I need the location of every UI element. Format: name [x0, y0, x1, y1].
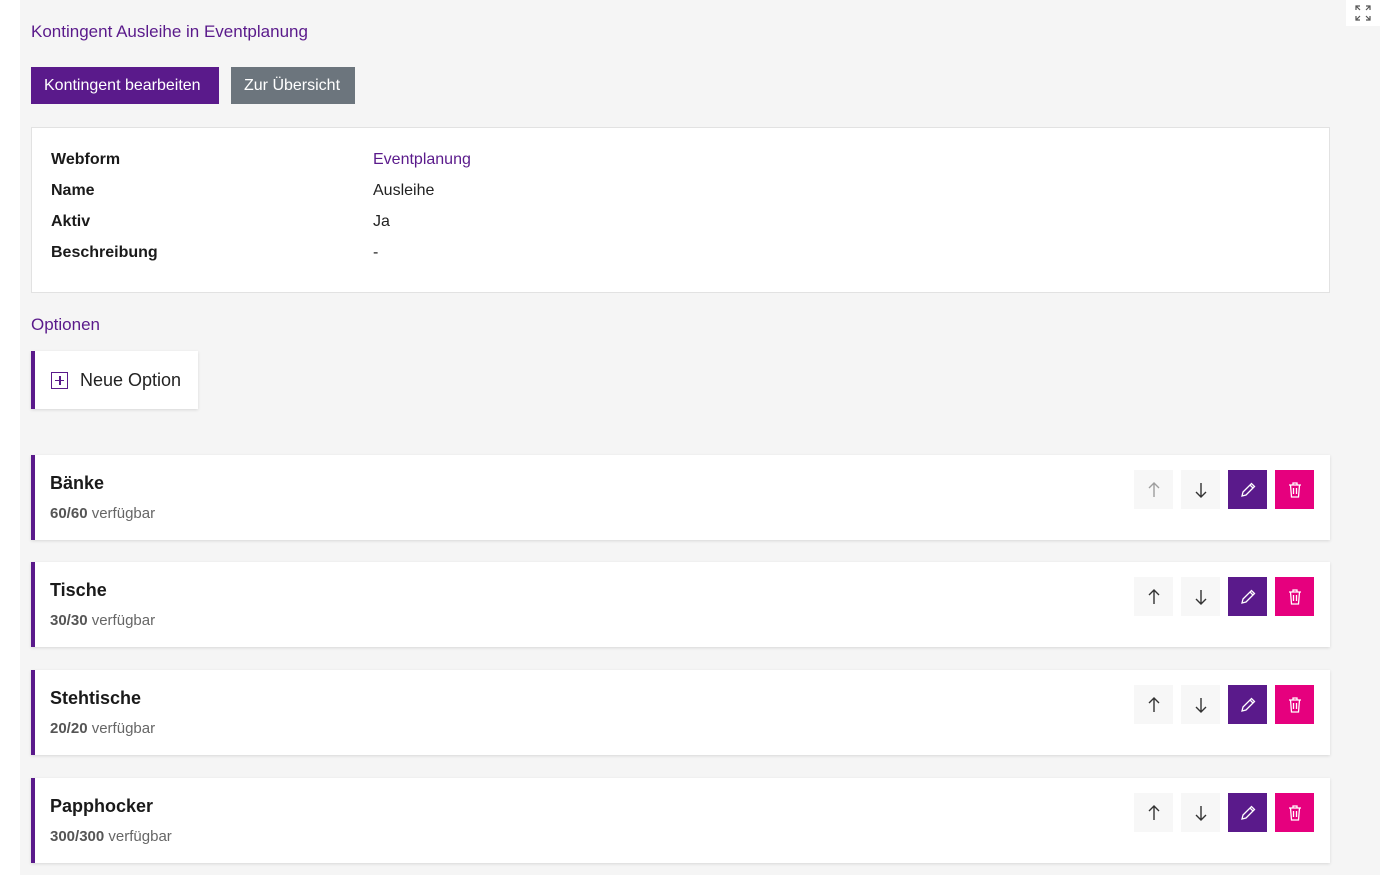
- option-availability: 20/20 verfügbar: [50, 720, 155, 737]
- delete-option-button[interactable]: [1275, 685, 1314, 724]
- new-option-button[interactable]: Neue Option: [31, 351, 198, 409]
- detail-key: Name: [51, 182, 95, 199]
- delete-option-button[interactable]: [1275, 577, 1314, 616]
- trash-icon: [1288, 804, 1301, 821]
- pencil-icon: [1240, 805, 1255, 820]
- move-up-button[interactable]: [1134, 577, 1173, 616]
- details-card: Webform Eventplanung Name Ausleihe Aktiv…: [31, 127, 1330, 293]
- expand-button[interactable]: [1346, 0, 1380, 26]
- option-count: 20/20: [50, 720, 88, 737]
- option-card: Tische 30/30 verfügbar: [31, 562, 1330, 647]
- detail-value: -: [373, 244, 379, 261]
- option-availability: 60/60 verfügbar: [50, 505, 155, 522]
- trash-icon: [1288, 588, 1301, 605]
- edit-contingent-button[interactable]: Kontingent bearbeiten: [31, 67, 219, 104]
- arrow-down-icon: [1195, 482, 1206, 498]
- arrow-up-icon: [1148, 481, 1159, 497]
- trash-icon: [1288, 481, 1301, 498]
- plus-square-icon: [51, 371, 68, 389]
- option-count: 300/300: [50, 828, 105, 845]
- detail-key: Aktiv: [51, 213, 91, 230]
- delete-option-button[interactable]: [1275, 470, 1314, 509]
- option-name: Stehtische: [50, 688, 142, 708]
- option-name: Papphocker: [50, 796, 154, 816]
- option-name: Tische: [50, 580, 107, 600]
- arrow-up-icon: [1148, 804, 1159, 820]
- overview-button[interactable]: Zur Übersicht: [231, 67, 355, 104]
- edit-option-button[interactable]: [1228, 793, 1267, 832]
- pencil-icon: [1240, 589, 1255, 604]
- pencil-icon: [1240, 482, 1255, 497]
- move-down-button[interactable]: [1181, 470, 1220, 509]
- expand-icon: [1355, 5, 1371, 21]
- trash-icon: [1288, 696, 1301, 713]
- option-count: 30/30: [50, 612, 88, 629]
- webform-link[interactable]: Eventplanung: [373, 151, 471, 169]
- arrow-down-icon: [1195, 589, 1206, 605]
- edit-option-button[interactable]: [1228, 577, 1267, 616]
- pencil-icon: [1240, 697, 1255, 712]
- option-card: Stehtische 20/20 verfügbar: [31, 670, 1330, 755]
- edit-option-button[interactable]: [1228, 685, 1267, 724]
- move-down-button[interactable]: [1181, 577, 1220, 616]
- option-name: Bänke: [50, 473, 105, 493]
- arrow-up-icon: [1148, 696, 1159, 712]
- move-down-button[interactable]: [1181, 793, 1220, 832]
- detail-key: Webform: [51, 151, 121, 168]
- arrow-down-icon: [1195, 697, 1206, 713]
- option-availability: 300/300 verfügbar: [50, 828, 172, 845]
- option-card: Bänke 60/60 verfügbar: [31, 455, 1330, 540]
- arrow-up-icon: [1148, 588, 1159, 604]
- detail-key: Beschreibung: [51, 244, 158, 261]
- options-section-title: Optionen: [31, 315, 100, 334]
- page-title: Kontingent Ausleihe in Eventplanung: [31, 22, 308, 41]
- detail-value: Ausleihe: [373, 182, 435, 199]
- option-availability: 30/30 verfügbar: [50, 612, 155, 629]
- move-up-button[interactable]: [1134, 793, 1173, 832]
- move-up-button[interactable]: [1134, 685, 1173, 724]
- delete-option-button[interactable]: [1275, 793, 1314, 832]
- edit-option-button[interactable]: [1228, 470, 1267, 509]
- move-down-button[interactable]: [1181, 685, 1220, 724]
- option-suffix: verfügbar: [108, 828, 172, 845]
- move-up-button[interactable]: [1134, 470, 1173, 509]
- option-card: Papphocker 300/300 verfügbar: [31, 778, 1330, 863]
- option-suffix: verfügbar: [91, 612, 156, 629]
- arrow-down-icon: [1195, 805, 1206, 821]
- option-suffix: verfügbar: [91, 720, 156, 737]
- option-suffix: verfügbar: [91, 505, 156, 522]
- option-count: 60/60: [50, 505, 88, 522]
- new-option-label: Neue Option: [80, 369, 182, 390]
- detail-value: Ja: [373, 213, 390, 230]
